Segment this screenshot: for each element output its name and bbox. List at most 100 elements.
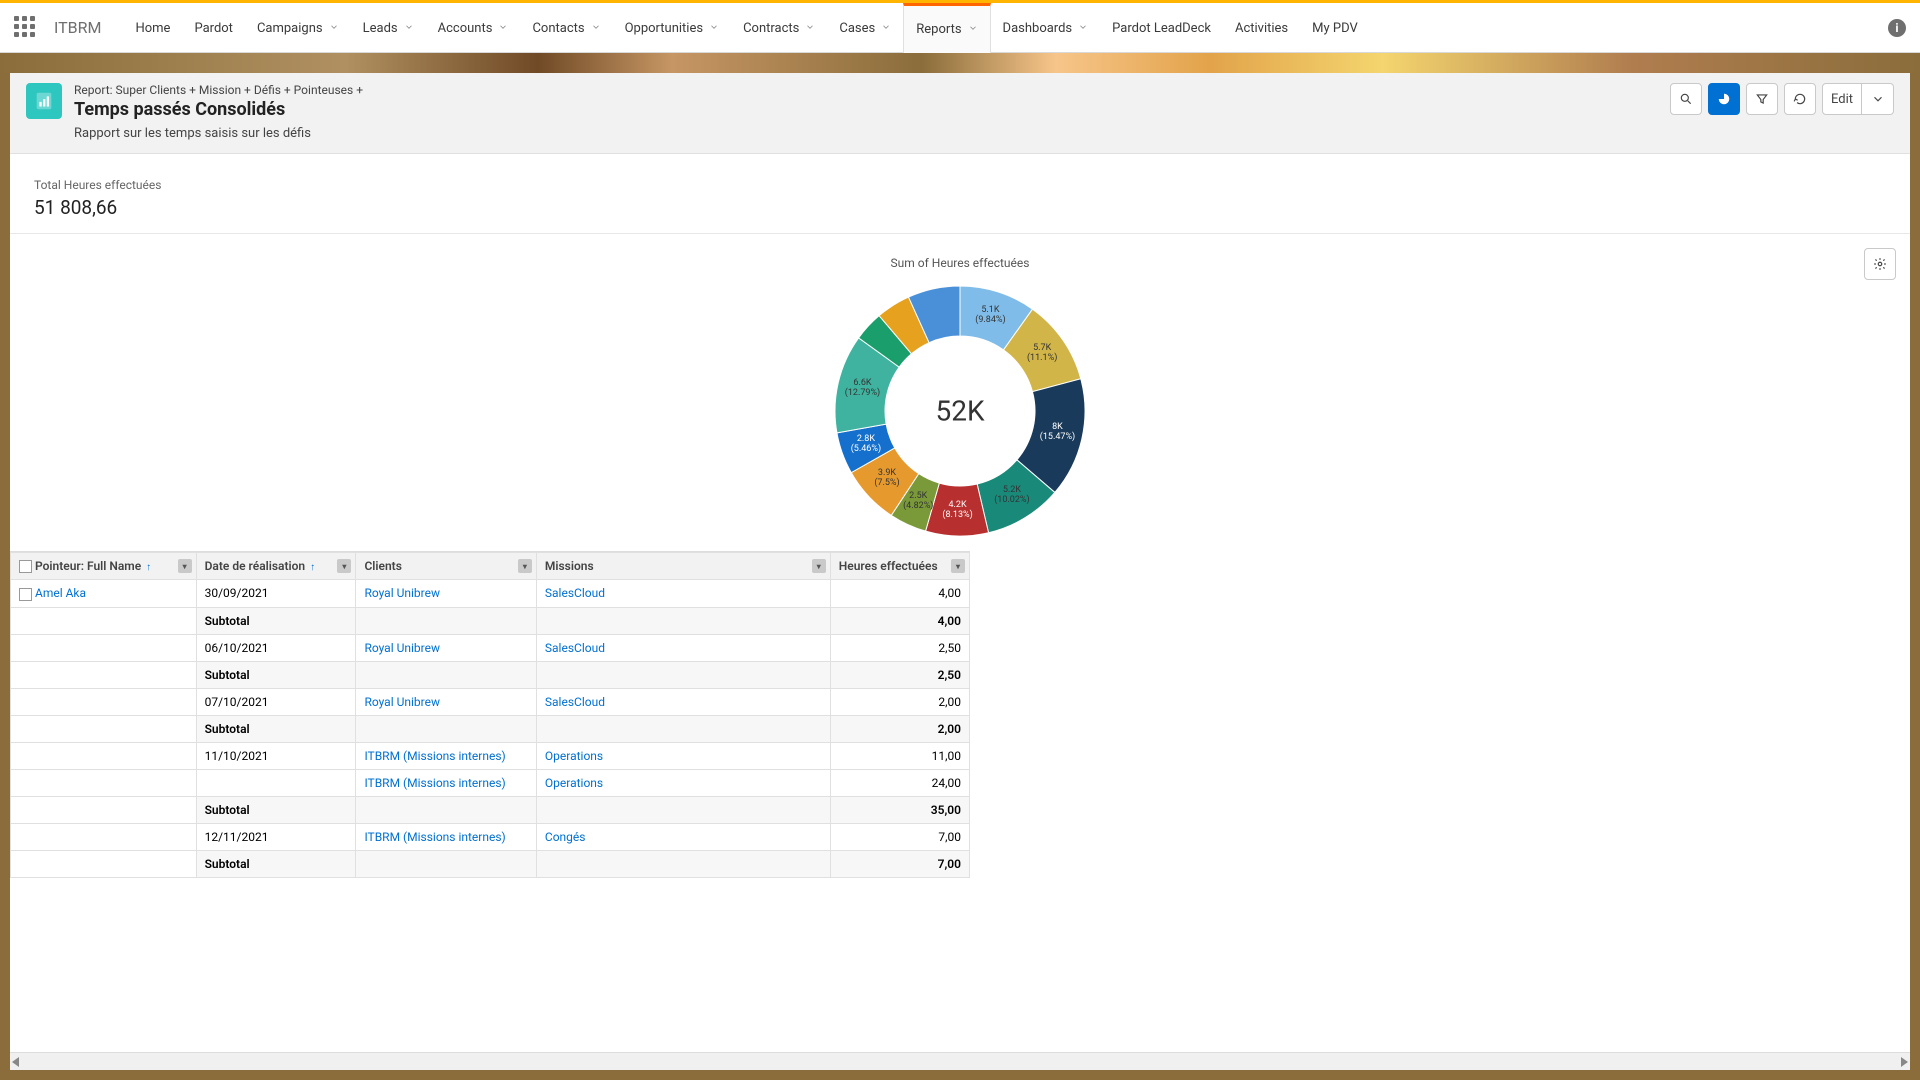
mission-link[interactable]: Operations: [545, 749, 603, 763]
mission-cell: Operations: [536, 769, 830, 796]
chevron-down-icon: [1078, 21, 1088, 36]
client-link[interactable]: ITBRM (Missions internes): [364, 776, 505, 790]
subtotal-label: Subtotal: [196, 661, 356, 688]
mission-cell: Congés: [536, 823, 830, 850]
nav-item-pardot-leaddeck[interactable]: Pardot LeadDeck: [1100, 3, 1223, 53]
nav-item-label: Home: [135, 21, 170, 36]
table-row: 06/10/2021Royal UnibrewSalesCloud2,50: [11, 634, 970, 661]
nav-item-label: My PDV: [1312, 21, 1358, 36]
horizontal-scrollbar[interactable]: [10, 1052, 1910, 1070]
nav-item-cases[interactable]: Cases: [827, 3, 903, 53]
column-header[interactable]: Missions▾: [536, 553, 830, 580]
date-cell: 12/11/2021: [196, 823, 356, 850]
hours-cell: 7,00: [830, 823, 969, 850]
date-cell: 11/10/2021: [196, 742, 356, 769]
subtotal-label: Subtotal: [196, 715, 356, 742]
breadcrumb: Report: Super Clients + Mission + Défis …: [74, 83, 363, 97]
chart-settings-button[interactable]: [1864, 248, 1896, 280]
nav-item-label: Campaigns: [257, 21, 323, 36]
nav-item-label: Dashboards: [1003, 21, 1073, 36]
app-name: ITBRM: [54, 18, 101, 37]
mission-cell: SalesCloud: [536, 688, 830, 715]
row-checkbox[interactable]: [19, 588, 32, 601]
nav-item-label: Pardot: [194, 21, 233, 36]
app-launcher-icon[interactable]: [14, 16, 38, 40]
sort-asc-icon: ↑: [146, 562, 151, 573]
hours-cell: 11,00: [830, 742, 969, 769]
cell: [11, 715, 197, 742]
nav-item-opportunities[interactable]: Opportunities: [613, 3, 731, 53]
client-link[interactable]: ITBRM (Missions internes): [364, 830, 505, 844]
filter-dropdown-icon[interactable]: ▾: [812, 559, 826, 573]
nav-item-leads[interactable]: Leads: [351, 3, 426, 53]
slice-label: 6.6K(12.79%): [843, 379, 883, 399]
info-icon[interactable]: i: [1888, 19, 1906, 37]
chevron-down-icon: [498, 21, 508, 36]
filter-dropdown-icon[interactable]: ▾: [178, 559, 192, 573]
sort-asc-icon: ↑: [310, 562, 315, 573]
chevron-down-icon: [329, 21, 339, 36]
page-subtitle: Rapport sur les temps saisis sur les déf…: [74, 126, 363, 141]
filter-button[interactable]: [1746, 83, 1778, 115]
report-scroll-area[interactable]: Total Heures effectuées 51 808,66 Sum of…: [10, 154, 1910, 1052]
search-button[interactable]: [1670, 83, 1702, 115]
hours-cell: 2,00: [830, 688, 969, 715]
client-cell: Royal Unibrew: [356, 634, 536, 661]
nav-item-activities[interactable]: Activities: [1223, 3, 1300, 53]
subtotal-label: Subtotal: [196, 850, 356, 877]
cell: [356, 850, 536, 877]
slice-label: 5.7K(11.1%): [1022, 344, 1062, 364]
subtotal-hours: 7,00: [830, 850, 969, 877]
filter-dropdown-icon[interactable]: ▾: [518, 559, 532, 573]
column-header[interactable]: Date de réalisation ↑ ▾: [196, 553, 356, 580]
mission-link[interactable]: Operations: [545, 776, 603, 790]
cell: [11, 607, 197, 634]
nav-item-my-pdv[interactable]: My PDV: [1300, 3, 1370, 53]
filter-dropdown-icon[interactable]: ▾: [951, 559, 965, 573]
mission-link[interactable]: SalesCloud: [545, 641, 605, 655]
refresh-button[interactable]: [1784, 83, 1816, 115]
edit-button[interactable]: Edit: [1822, 83, 1862, 115]
client-link[interactable]: Royal Unibrew: [364, 695, 440, 709]
nav-item-home[interactable]: Home: [123, 3, 182, 53]
report-icon: [26, 83, 62, 119]
mission-link[interactable]: SalesCloud: [545, 586, 605, 600]
table-row: ITBRM (Missions internes) Operations 24,00: [11, 769, 970, 796]
nav-item-accounts[interactable]: Accounts: [426, 3, 521, 53]
select-all-checkbox[interactable]: [19, 560, 32, 573]
mission-link[interactable]: Congés: [545, 830, 586, 844]
decorative-banner: [0, 53, 1920, 73]
metric-value: 51 808,66: [34, 196, 1910, 219]
chart-toggle-button[interactable]: [1708, 83, 1740, 115]
nav-item-label: Opportunities: [625, 21, 703, 36]
cell: [11, 661, 197, 688]
client-link[interactable]: Royal Unibrew: [364, 586, 440, 600]
table-row: Amel Aka30/09/2021Royal UnibrewSalesClou…: [11, 580, 970, 607]
client-link[interactable]: ITBRM (Missions internes): [364, 749, 505, 763]
filter-dropdown-icon[interactable]: ▾: [337, 559, 351, 573]
table-row: 07/10/2021Royal UnibrewSalesCloud2,00: [11, 688, 970, 715]
pointeur-link[interactable]: Amel Aka: [35, 586, 86, 600]
slice-label: 4.2K(8.13%): [938, 501, 978, 521]
nav-item-label: Contacts: [532, 21, 584, 36]
edit-dropdown-button[interactable]: [1862, 83, 1894, 115]
nav-item-campaigns[interactable]: Campaigns: [245, 3, 351, 53]
cell: [536, 715, 830, 742]
report-panel: Report: Super Clients + Mission + Défis …: [10, 73, 1910, 1070]
nav-item-dashboards[interactable]: Dashboards: [991, 3, 1101, 53]
nav-item-reports[interactable]: Reports: [903, 3, 990, 53]
column-header[interactable]: Heures effectuées▾: [830, 553, 969, 580]
mission-link[interactable]: SalesCloud: [545, 695, 605, 709]
column-label: Date de réalisation: [205, 559, 306, 573]
column-header[interactable]: Pointeur: Full Name ↑▾: [11, 553, 197, 580]
cell: [536, 661, 830, 688]
chart-title: Sum of Heures effectuées: [891, 256, 1030, 270]
nav-item-pardot[interactable]: Pardot: [182, 3, 245, 53]
subtotal-hours: 2,50: [830, 661, 969, 688]
pointeur-cell: [11, 688, 197, 715]
nav-item-contacts[interactable]: Contacts: [520, 3, 612, 53]
column-header[interactable]: Clients▾: [356, 553, 536, 580]
client-link[interactable]: Royal Unibrew: [364, 641, 440, 655]
nav-item-contracts[interactable]: Contracts: [731, 3, 827, 53]
hours-cell: 24,00: [830, 769, 969, 796]
